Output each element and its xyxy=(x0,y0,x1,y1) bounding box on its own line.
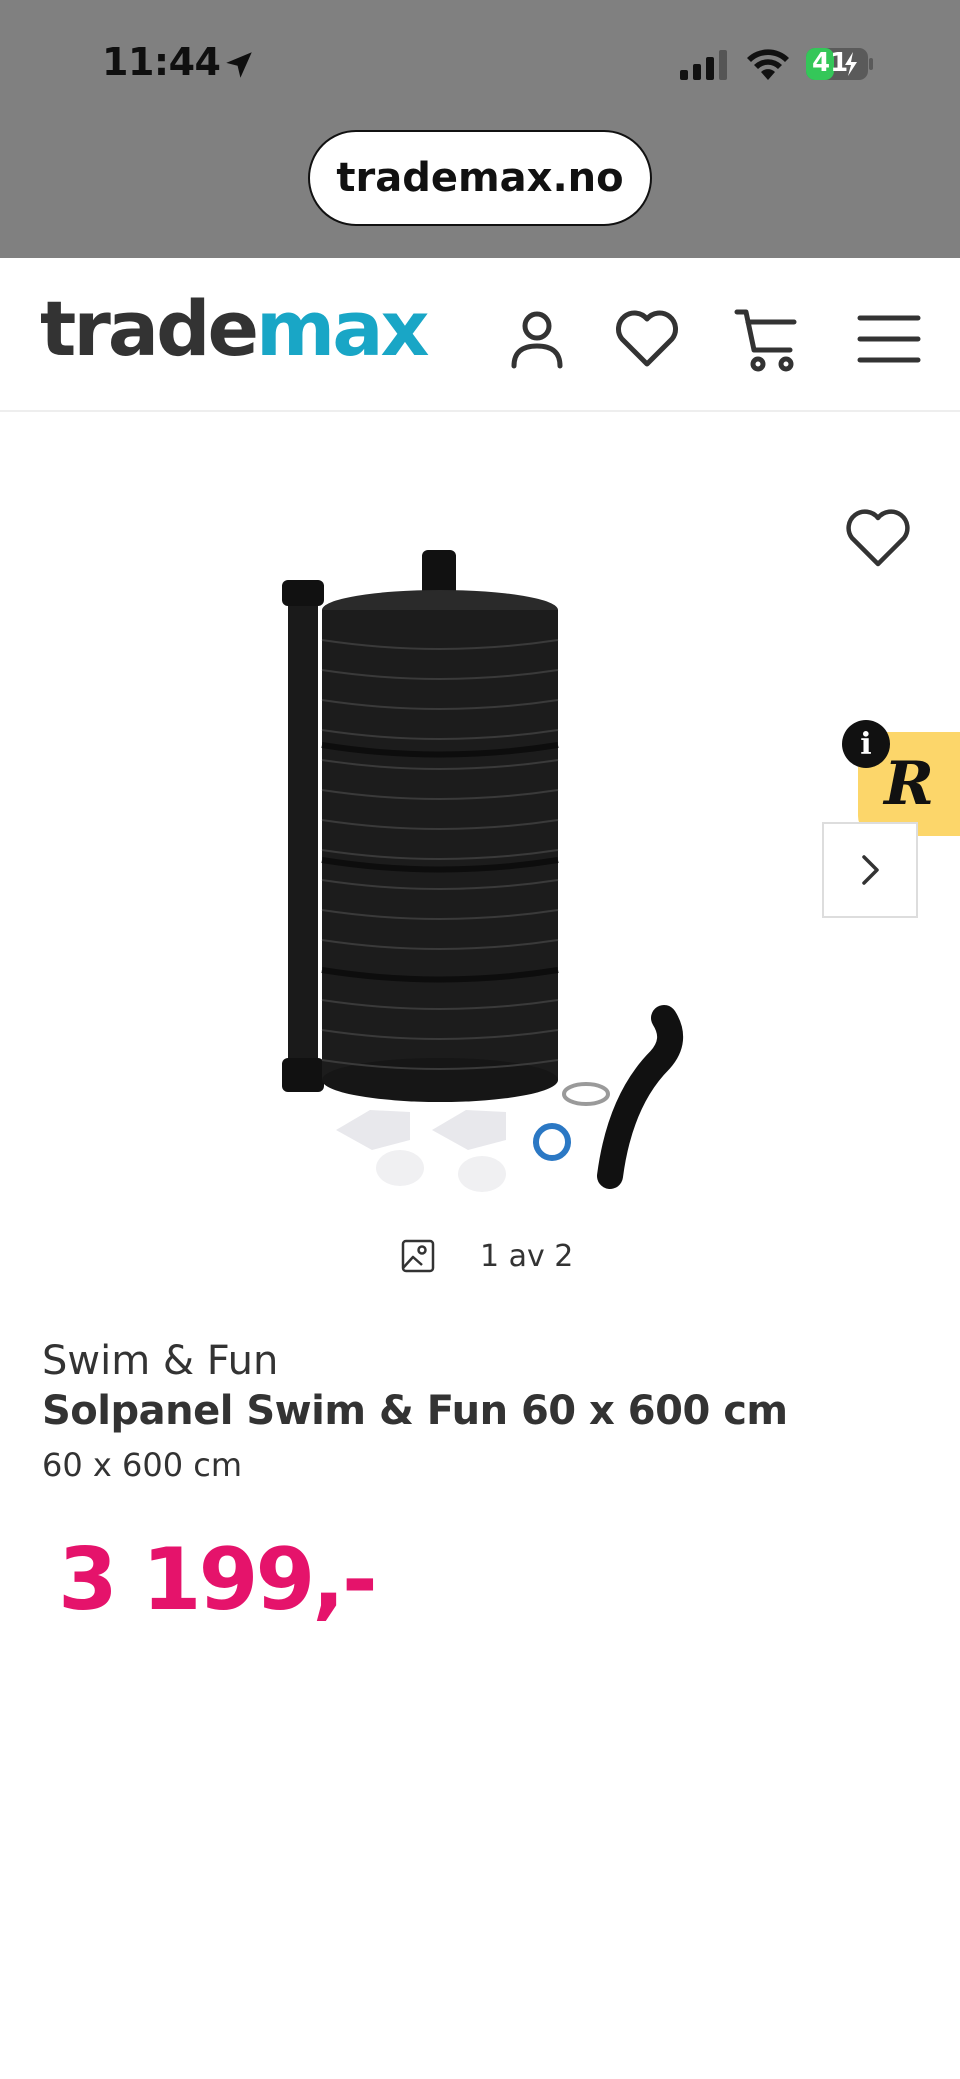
product-image[interactable] xyxy=(260,540,700,1200)
url-bar[interactable]: trademax.no xyxy=(308,130,652,226)
product-title: Solpanel Swim & Fun 60 x 600 cm xyxy=(42,1388,788,1434)
location-arrow-icon xyxy=(226,52,252,78)
wishlist-heart-icon[interactable] xyxy=(614,306,680,372)
battery-percent: 41 xyxy=(812,48,849,78)
next-image-button[interactable] xyxy=(822,822,918,918)
wifi-icon xyxy=(747,49,789,80)
trademax-logo[interactable]: trademax xyxy=(40,284,430,373)
product-variant: 60 x 600 cm xyxy=(42,1446,243,1484)
chevron-right-icon xyxy=(862,855,879,885)
product-price: 3 199,- xyxy=(58,1530,378,1630)
product-brand[interactable]: Swim & Fun xyxy=(42,1338,278,1384)
add-to-wishlist-icon[interactable] xyxy=(844,506,912,570)
cellular-signal-icon xyxy=(680,50,727,80)
browser-chrome: 11:44 41 trademax.no xyxy=(0,0,960,258)
menu-icon[interactable] xyxy=(856,306,922,372)
logo-text-max: max xyxy=(256,284,429,373)
account-icon[interactable] xyxy=(504,306,570,372)
reviews-badge[interactable]: R i xyxy=(842,720,960,836)
status-time: 11:44 xyxy=(102,40,221,84)
logo-text-trade: trade xyxy=(40,284,259,373)
site-header: trademax xyxy=(0,258,960,412)
image-counter-text: 1 av 2 xyxy=(480,1238,574,1274)
gallery-counter: 1 av 2 xyxy=(400,1236,573,1276)
cart-icon[interactable] xyxy=(734,306,800,372)
image-icon xyxy=(401,1239,435,1273)
info-icon[interactable]: i xyxy=(842,720,890,768)
